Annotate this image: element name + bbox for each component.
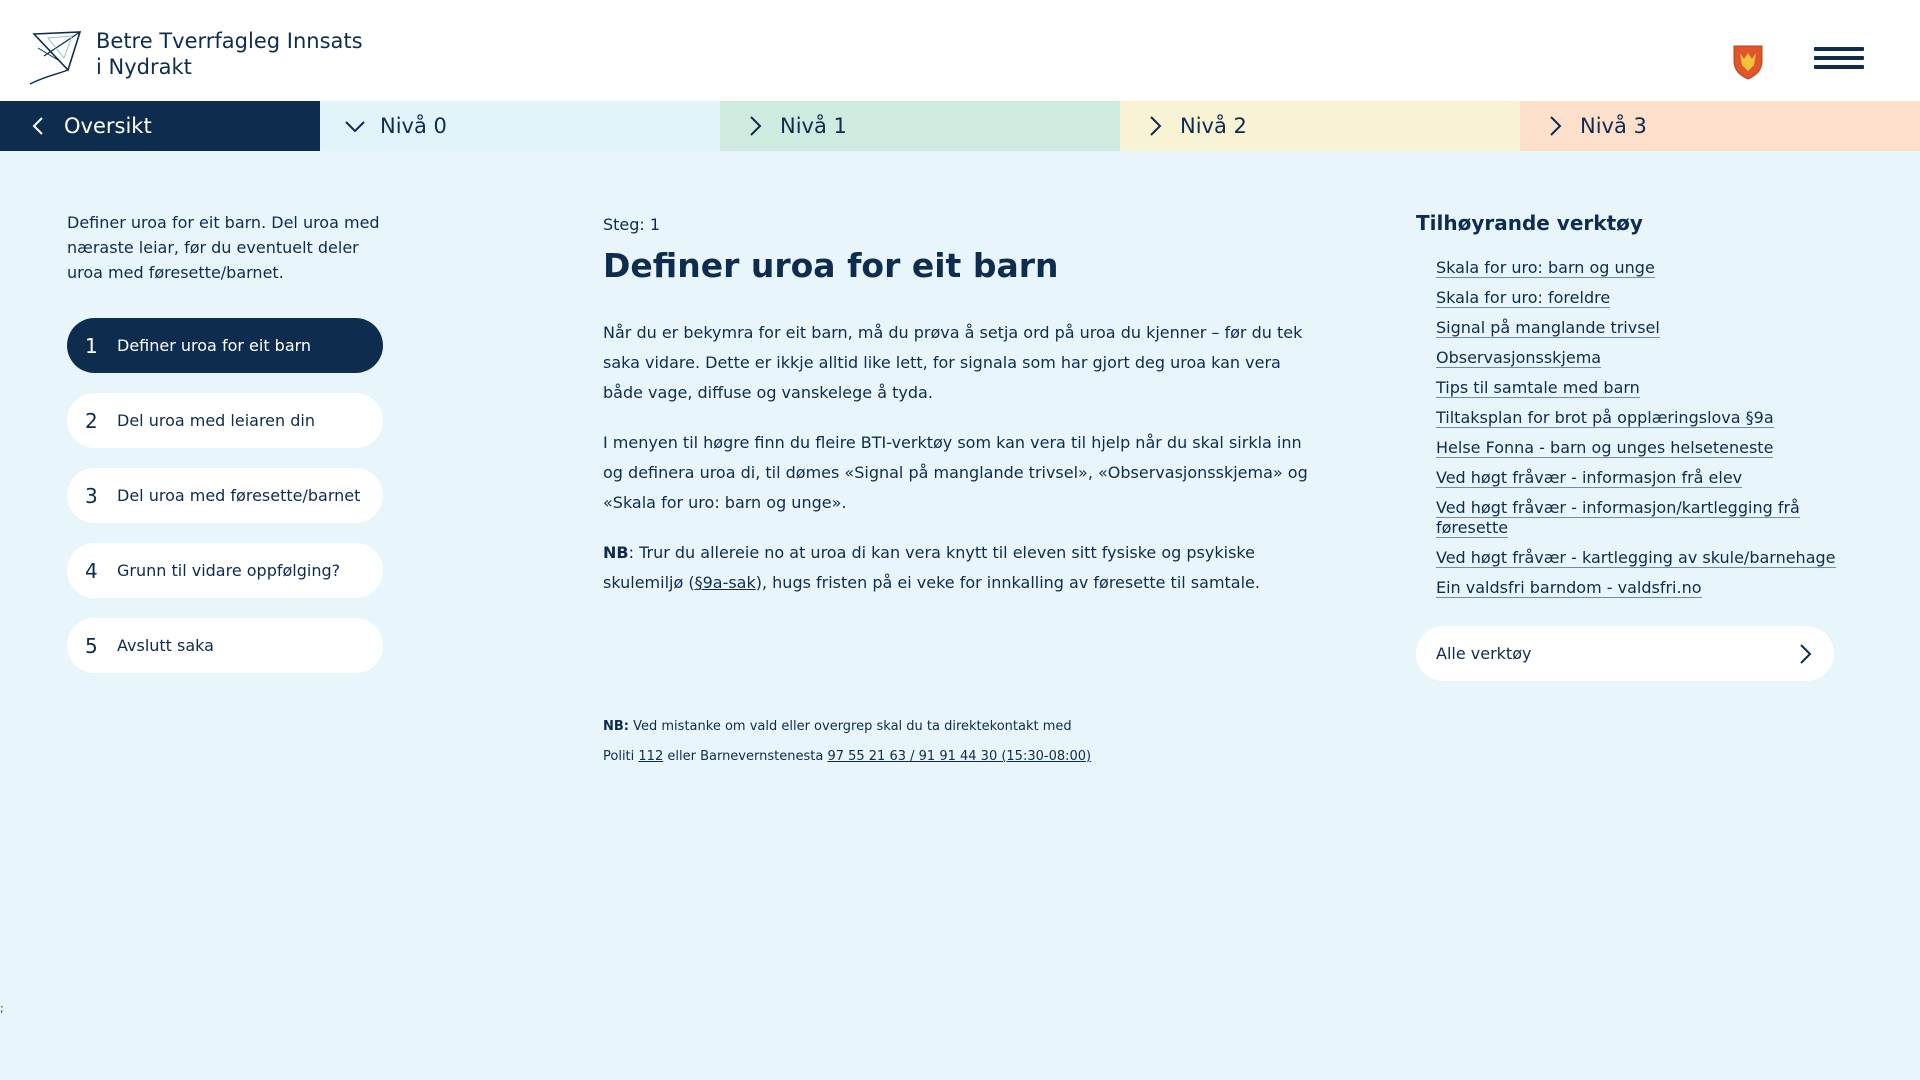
chevron-down-icon bbox=[345, 121, 365, 133]
tool-link[interactable]: Ved høgt fråvær - kartlegging av skule/b… bbox=[1436, 548, 1836, 568]
tool-link[interactable]: Tiltaksplan for brot på opplæringslova §… bbox=[1436, 408, 1774, 428]
site-header: Betre Tverrfagleg Innsats i Nydrakt bbox=[0, 0, 1920, 101]
step-label: Avslutt saka bbox=[117, 636, 214, 655]
list-item: Ved høgt fråvær - informasjon/kartleggin… bbox=[1436, 498, 1836, 538]
municipal-crest-icon bbox=[1733, 45, 1763, 80]
tab-niva-2[interactable]: Nivå 2 bbox=[1120, 101, 1520, 151]
tool-list: Skala for uro: barn og unge Skala for ur… bbox=[1416, 258, 1836, 598]
tool-link[interactable]: Signal på manglande trivsel bbox=[1436, 318, 1660, 338]
step-4-button[interactable]: 4 Grunn til vidare oppfølging? bbox=[67, 543, 383, 598]
site-title[interactable]: Betre Tverrfagleg Innsats i Nydrakt bbox=[96, 28, 363, 80]
tool-link[interactable]: Tips til samtale med barn bbox=[1436, 378, 1640, 398]
stray-text: ; bbox=[0, 1002, 4, 1015]
paragraph-1: Når du er bekymra for eit barn, må du pr… bbox=[603, 323, 1303, 402]
step-label: Grunn til vidare oppfølging? bbox=[117, 561, 341, 580]
child-welfare-phone-link[interactable]: 97 55 21 63 / 91 91 44 30 (15:30-08:00) bbox=[827, 749, 1091, 764]
chevron-right-icon bbox=[1550, 116, 1562, 136]
step-2-button[interactable]: 2 Del uroa med leiaren din bbox=[67, 393, 383, 448]
hamburger-menu-icon[interactable] bbox=[1814, 47, 1864, 73]
list-item: Helse Fonna - barn og unges helseteneste bbox=[1436, 438, 1836, 458]
tool-link[interactable]: Observasjonsskjema bbox=[1436, 348, 1602, 368]
chevron-right-icon bbox=[1800, 643, 1812, 664]
step-indicator: Steg: 1 bbox=[603, 215, 661, 234]
notice-line-1: NB: Ved mistanke om vald eller overgrep … bbox=[603, 712, 1323, 742]
kite-icon[interactable] bbox=[28, 30, 82, 86]
step-number: 3 bbox=[85, 483, 98, 508]
chevron-right-icon bbox=[1150, 116, 1162, 136]
tab-niva-3[interactable]: Nivå 3 bbox=[1520, 101, 1920, 151]
list-item: Ved høgt fråvær - kartlegging av skule/b… bbox=[1436, 548, 1836, 568]
step-intro: Definer uroa for eit barn. Del uroa med … bbox=[67, 213, 380, 282]
chevron-left-icon bbox=[32, 117, 43, 135]
site-title-line1: Betre Tverrfagleg Innsats bbox=[96, 29, 363, 53]
notice-nb-label: NB: bbox=[603, 719, 629, 734]
list-item: Ved høgt fråvær - informasjon frå elev bbox=[1436, 468, 1836, 488]
list-item: Signal på manglande trivsel bbox=[1436, 318, 1836, 338]
list-item: Ein valdsfri barndom - valdsfri.no bbox=[1436, 578, 1836, 598]
tab-oversikt-label: Oversikt bbox=[64, 114, 152, 138]
tool-link[interactable]: Ein valdsfri barndom - valdsfri.no bbox=[1436, 578, 1702, 598]
step-number: 2 bbox=[85, 408, 98, 433]
list-item: Skala for uro: barn og unge bbox=[1436, 258, 1836, 278]
list-item: Tiltaksplan for brot på opplæringslova §… bbox=[1436, 408, 1836, 428]
tab-niva-1[interactable]: Nivå 1 bbox=[720, 101, 1120, 151]
tool-link[interactable]: Ved høgt fråvær - informasjon/kartleggin… bbox=[1436, 498, 1800, 538]
step-label: Definer uroa for eit barn bbox=[117, 336, 312, 355]
paragraph-3-text-b: ), hugs fristen på ei veke for innkallin… bbox=[755, 573, 1260, 592]
step-5-button[interactable]: 5 Avslutt saka bbox=[67, 618, 383, 673]
tools-heading: Tilhøyrande verktøy bbox=[1416, 211, 1643, 235]
level-navigation: Oversikt Nivå 0 Nivå 1 Nivå 2 Nivå 3 bbox=[0, 101, 1920, 151]
notice-text: Ved mistanke om vald eller overgrep skal… bbox=[629, 719, 1072, 734]
all-tools-label: Alle verktøy bbox=[1436, 644, 1532, 663]
step-label: Del uroa med leiaren din bbox=[117, 411, 315, 430]
tool-link[interactable]: Ved høgt fråvær - informasjon frå elev bbox=[1436, 468, 1743, 488]
step-list: 1 Definer uroa for eit barn 2 Del uroa m… bbox=[67, 318, 383, 693]
all-tools-button[interactable]: Alle verktøy bbox=[1416, 626, 1834, 681]
tab-niva-3-label: Nivå 3 bbox=[1580, 114, 1647, 138]
section-9a-link[interactable]: §9a-sak bbox=[695, 573, 756, 592]
step-number: 1 bbox=[85, 333, 98, 358]
list-item: Skala for uro: foreldre bbox=[1436, 288, 1836, 308]
tab-oversikt[interactable]: Oversikt bbox=[0, 101, 320, 151]
notice-politi: Politi bbox=[603, 749, 639, 764]
page-title: Definer uroa for eit barn bbox=[603, 246, 1059, 285]
notice-line-2: Politi 112 eller Barnevernstenesta 97 55… bbox=[603, 742, 1323, 772]
chevron-right-icon bbox=[750, 116, 762, 136]
list-item: Tips til samtale med barn bbox=[1436, 378, 1836, 398]
emergency-notice: NB: Ved mistanke om vald eller overgrep … bbox=[603, 712, 1323, 772]
step-label: Del uroa med føresette/barnet bbox=[117, 486, 361, 505]
police-phone-link[interactable]: 112 bbox=[638, 749, 663, 764]
list-item: Observasjonsskjema bbox=[1436, 348, 1836, 368]
tab-niva-0-label: Nivå 0 bbox=[380, 114, 447, 138]
tab-niva-0[interactable]: Nivå 0 bbox=[320, 101, 720, 151]
paragraph-3: NB: Trur du allereie no at uroa di kan v… bbox=[603, 538, 1323, 598]
tool-link[interactable]: Skala for uro: foreldre bbox=[1436, 288, 1611, 308]
site-title-line2: i Nydrakt bbox=[96, 55, 192, 79]
related-tools: Tilhøyrande verktøy Skala for uro: barn … bbox=[1416, 210, 1836, 681]
tool-link[interactable]: Helse Fonna - barn og unges helseteneste bbox=[1436, 438, 1774, 458]
step-number: 4 bbox=[85, 558, 98, 583]
step-3-button[interactable]: 3 Del uroa med føresette/barnet bbox=[67, 468, 383, 523]
nb-label: NB bbox=[603, 543, 629, 562]
step-1-button[interactable]: 1 Definer uroa for eit barn bbox=[67, 318, 383, 373]
paragraph-2: I menyen til høgre finn du fleire BTI-ve… bbox=[603, 433, 1308, 512]
tool-link[interactable]: Skala for uro: barn og unge bbox=[1436, 258, 1655, 278]
tab-niva-1-label: Nivå 1 bbox=[780, 114, 847, 138]
notice-mid: eller Barnevernstenesta bbox=[663, 749, 828, 764]
step-number: 5 bbox=[85, 633, 98, 658]
main-content: Steg: 1 Definer uroa for eit barn Når du… bbox=[603, 214, 1323, 618]
tab-niva-2-label: Nivå 2 bbox=[1180, 114, 1247, 138]
